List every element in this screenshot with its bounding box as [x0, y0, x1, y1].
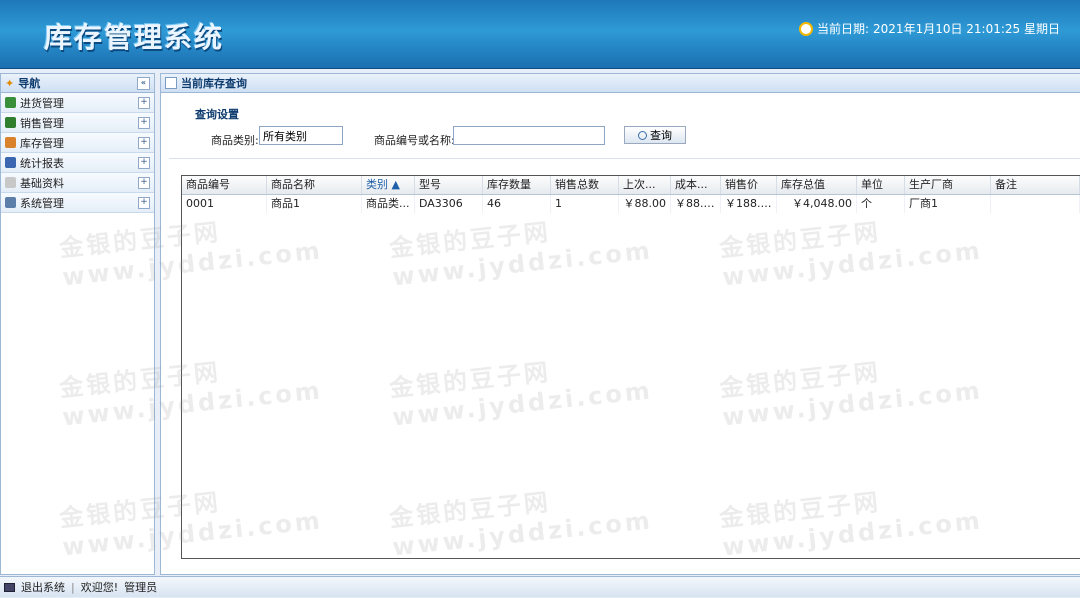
cell-manufacturer: 厂商1	[905, 195, 991, 213]
col-header-label: 类别	[366, 178, 388, 191]
cell-name: 商品1	[267, 195, 362, 213]
col-header[interactable]: 型号	[415, 176, 483, 194]
sidebar-item-label: 基础资料	[20, 176, 64, 190]
chart-icon	[5, 157, 16, 168]
col-header-sorted[interactable]: 类别 ▲	[362, 176, 415, 194]
keyword-input[interactable]	[453, 126, 605, 145]
page-title: 当前库存查询	[181, 77, 247, 90]
col-header[interactable]: 库存总值	[777, 176, 857, 194]
cell-last-price: ￥88.00	[619, 195, 671, 213]
col-header[interactable]: 备注	[991, 176, 1080, 194]
col-header[interactable]: 商品编号	[182, 176, 267, 194]
cell-stock-value: ￥4,048.00	[777, 195, 857, 213]
cell-remark	[991, 195, 1080, 213]
panel-icon	[165, 77, 177, 89]
status-bar: 退出系统 | 欢迎您! 管理员	[0, 576, 1080, 597]
sidebar-item-label: 系统管理	[20, 196, 64, 210]
expand-icon[interactable]: +	[138, 97, 150, 109]
date-label: 当前日期:	[816, 22, 870, 36]
sidebar-item-system[interactable]: 系统管理 +	[1, 193, 154, 213]
cell-category: 商品类...	[362, 195, 415, 213]
keyword-label: 商品编号或名称:	[374, 134, 455, 147]
search-icon	[638, 130, 647, 140]
sidebar-item-basic-data[interactable]: 基础资料 +	[1, 173, 154, 193]
query-title: 查询设置	[195, 108, 239, 121]
main-panel: 当前库存查询 查询设置 商品类别: 商品编号或名称: 查询 商品编号 商品名称 …	[160, 73, 1080, 575]
cell-code: 0001	[182, 195, 267, 213]
inventory-table: 商品编号 商品名称 类别 ▲ 型号 库存数量 销售总数 上次... 成本... …	[181, 175, 1080, 559]
sidebar-item-reports[interactable]: 统计报表 +	[1, 153, 154, 173]
sidebar-item-label: 进货管理	[20, 96, 64, 110]
cell-unit: 个	[857, 195, 905, 213]
cell-sales-total: 1	[551, 195, 619, 213]
sidebar: ✦ 导航 « 进货管理 + 销售管理 + 库存管理 + 统计报表 + 基础资料 …	[0, 73, 155, 575]
col-header[interactable]: 库存数量	[483, 176, 551, 194]
inventory-icon	[5, 137, 16, 148]
col-header[interactable]: 销售总数	[551, 176, 619, 194]
sidebar-header: ✦ 导航 «	[1, 74, 154, 93]
date-value: 2021年1月10日 21:01:25 星期日	[873, 22, 1060, 36]
sidebar-item-inventory[interactable]: 库存管理 +	[1, 133, 154, 153]
category-select[interactable]	[259, 126, 343, 145]
cell-model: DA3306	[415, 195, 483, 213]
sales-icon	[5, 117, 16, 128]
expand-icon[interactable]: +	[138, 177, 150, 189]
logout-link[interactable]: 退出系统	[21, 579, 65, 595]
table-header: 商品编号 商品名称 类别 ▲ 型号 库存数量 销售总数 上次... 成本... …	[182, 176, 1080, 195]
expand-icon[interactable]: +	[138, 117, 150, 129]
current-user: 管理员	[124, 581, 158, 594]
col-header[interactable]: 销售价	[721, 176, 777, 194]
sidebar-item-sales[interactable]: 销售管理 +	[1, 113, 154, 133]
query-panel: 查询设置 商品类别: 商品编号或名称: 查询	[169, 100, 1080, 159]
compass-icon: ✦	[5, 76, 15, 90]
app-logo: 库存管理系统	[44, 21, 225, 54]
panel-header: 当前库存查询	[161, 74, 1080, 93]
expand-icon[interactable]: +	[138, 157, 150, 169]
cell-stock-qty: 46	[483, 195, 551, 213]
expand-icon[interactable]: +	[138, 197, 150, 209]
col-header[interactable]: 成本...	[671, 176, 721, 194]
sidebar-item-label: 销售管理	[20, 116, 64, 130]
col-header[interactable]: 商品名称	[267, 176, 362, 194]
app-header: 库存管理系统 当前日期: 2021年1月10日 21:01:25 星期日	[0, 0, 1080, 69]
table-row[interactable]: 0001 商品1 商品类... DA3306 46 1 ￥88.00 ￥88.0…	[182, 195, 1080, 213]
cell-cost: ￥88.00	[671, 195, 721, 213]
monitor-icon	[4, 582, 15, 592]
welcome-text: 欢迎您!	[80, 581, 119, 594]
collapse-sidebar-button[interactable]: «	[137, 77, 150, 90]
system-icon	[5, 197, 16, 208]
col-header[interactable]: 单位	[857, 176, 905, 194]
search-button-label: 查询	[650, 129, 672, 142]
date-display: 当前日期: 2021年1月10日 21:01:25 星期日	[798, 20, 1060, 37]
divider: |	[71, 580, 75, 594]
category-label: 商品类别:	[211, 134, 259, 147]
sidebar-item-label: 库存管理	[20, 136, 64, 150]
purchase-icon	[5, 97, 16, 108]
clock-icon	[798, 21, 813, 36]
sidebar-item-purchase[interactable]: 进货管理 +	[1, 93, 154, 113]
col-header[interactable]: 生产厂商	[905, 176, 991, 194]
col-header[interactable]: 上次...	[619, 176, 671, 194]
expand-icon[interactable]: +	[138, 137, 150, 149]
cell-sale-price: ￥188.00	[721, 195, 777, 213]
sidebar-title: 导航	[18, 77, 41, 90]
document-icon	[5, 177, 16, 188]
sort-asc-icon: ▲	[391, 178, 400, 191]
search-button[interactable]: 查询	[624, 126, 686, 144]
sidebar-item-label: 统计报表	[20, 156, 64, 170]
